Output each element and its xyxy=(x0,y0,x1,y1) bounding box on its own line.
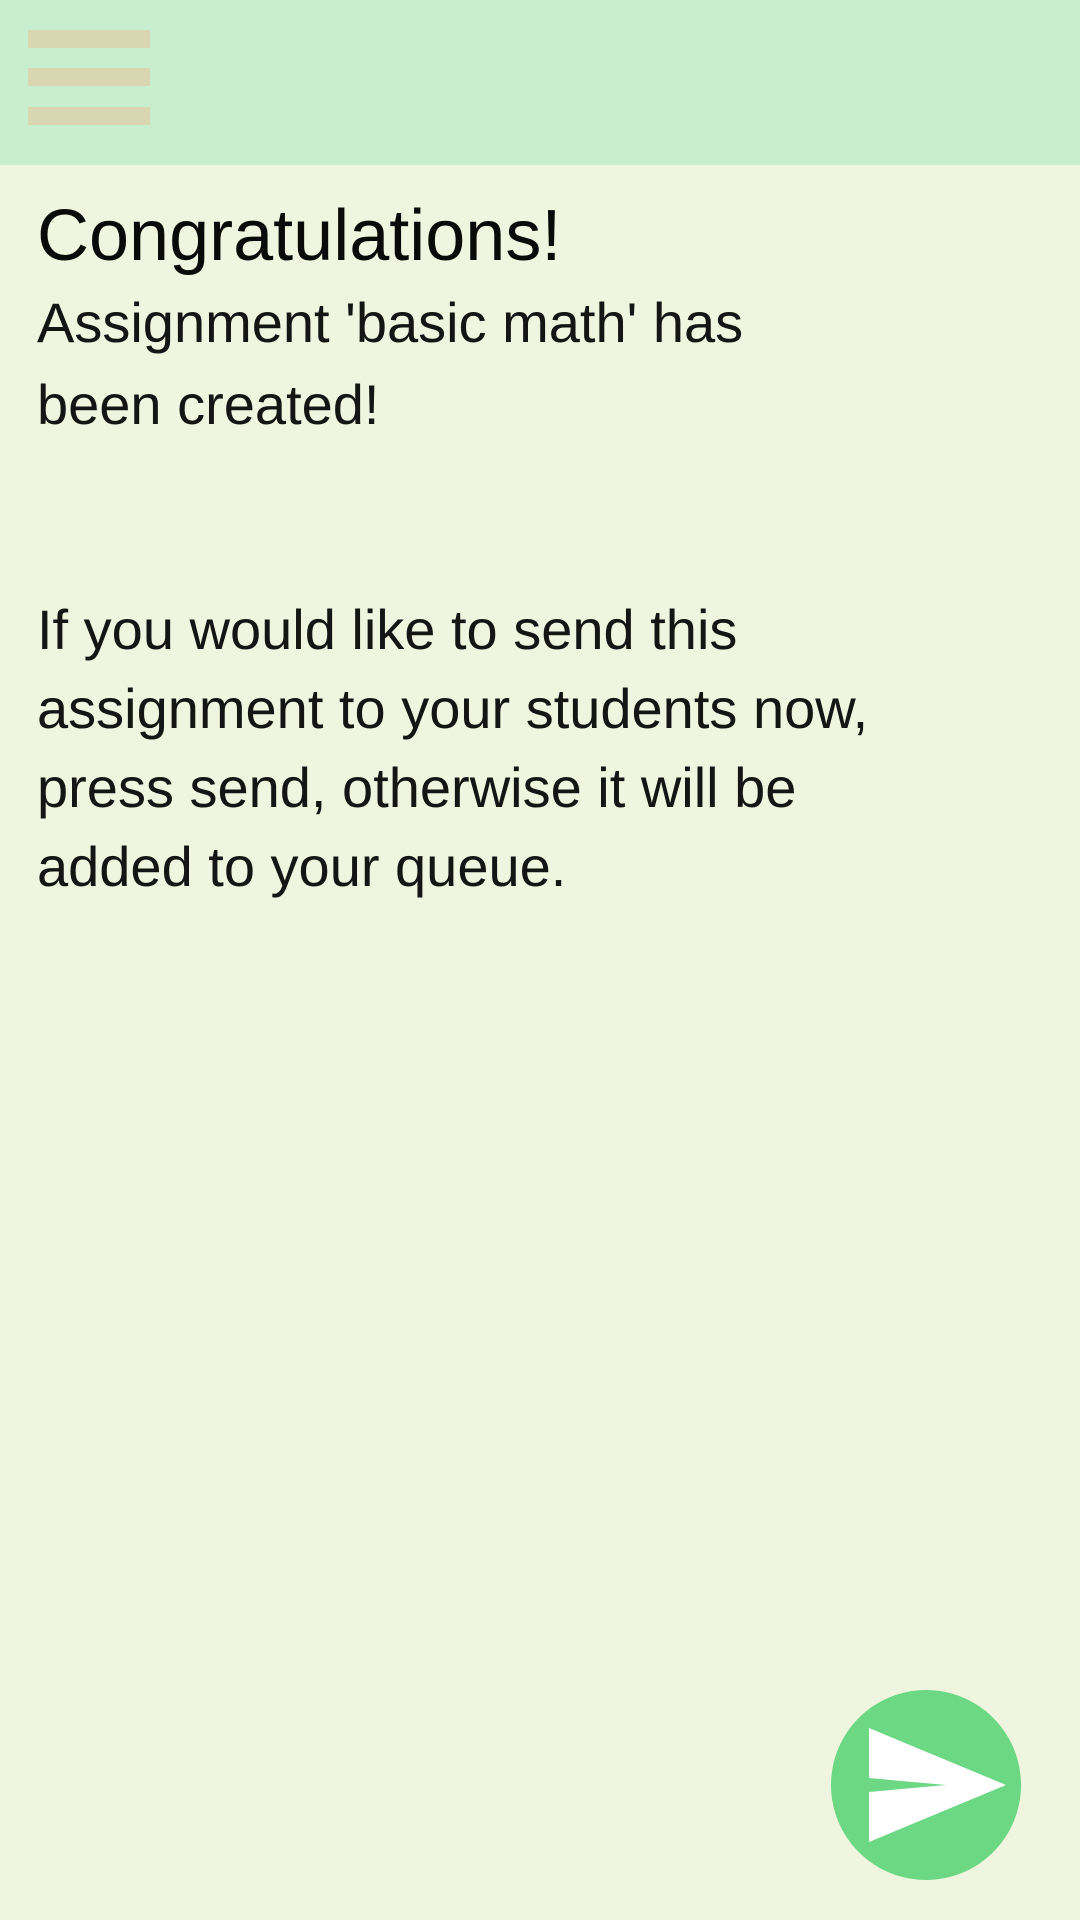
page-title: Congratulations! xyxy=(37,196,562,276)
creation-message: Assignment 'basic math' has been created… xyxy=(37,291,744,436)
send-icon xyxy=(869,1728,1006,1842)
send-button[interactable] xyxy=(831,1690,1021,1880)
send-instructions: If you would like to send this assignmen… xyxy=(37,598,869,898)
confirmation-content: Congratulations! Assignment 'basic math'… xyxy=(37,190,1017,446)
app-bar xyxy=(0,0,1080,165)
menu-button[interactable] xyxy=(20,22,150,132)
